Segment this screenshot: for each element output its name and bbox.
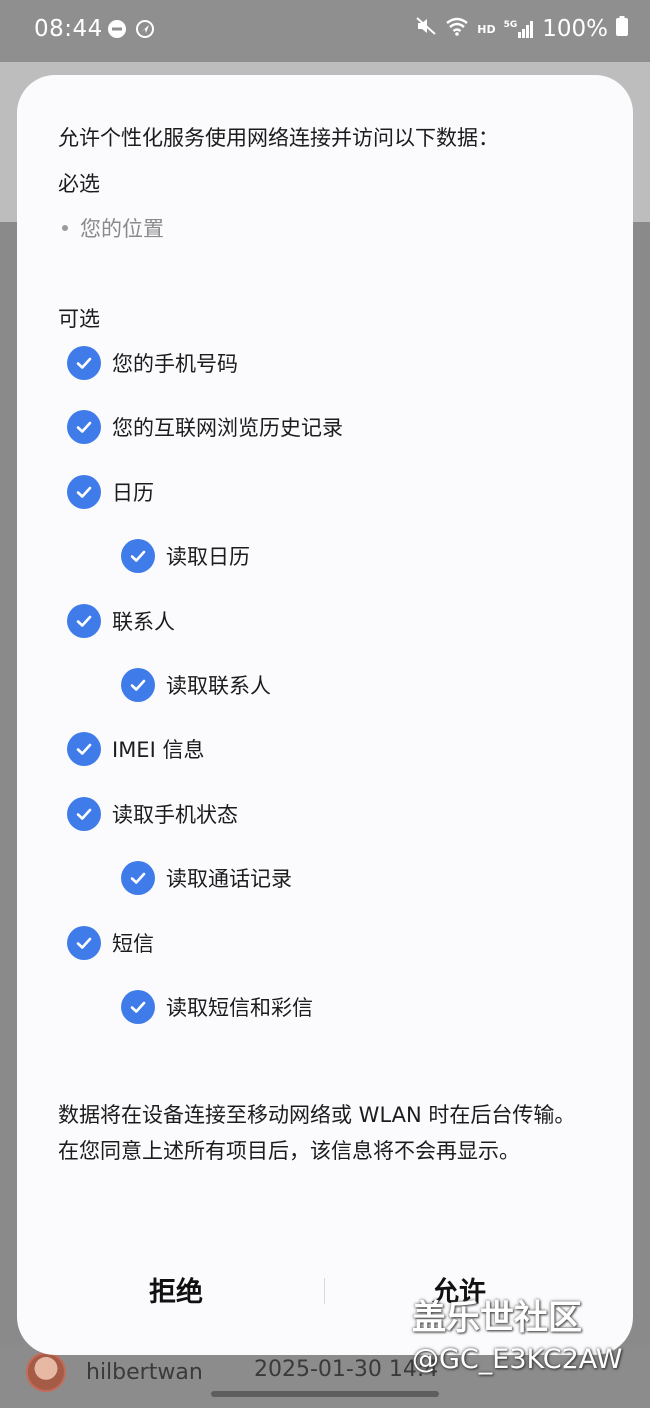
bullet-icon	[62, 225, 68, 231]
footer-line-1: 数据将在设备连接至移动网络或 WLAN 时在后台传输。	[58, 1103, 576, 1127]
status-right: HD 5G 100%	[415, 16, 628, 42]
required-item-location: 您的位置	[62, 213, 164, 243]
optional-item-label: 读取联系人	[166, 674, 271, 698]
optional-item-label: 您的互联网浏览历史记录	[112, 416, 343, 440]
optional-item-label: 读取通话记录	[166, 867, 292, 891]
footer-line-2: 在您同意上述所有项目后，该信息将不会再显示。	[58, 1139, 520, 1163]
dialog-intro: 允许个性化服务使用网络连接并访问以下数据：	[58, 126, 499, 150]
background-username: hilbertwan	[86, 1359, 203, 1385]
home-indicator[interactable]	[211, 1391, 439, 1397]
required-item-label: 您的位置	[80, 217, 164, 241]
optional-item-label: IMEI 信息	[112, 738, 205, 762]
permission-dialog: 允许个性化服务使用网络连接并访问以下数据： 必选 您的位置 可选 您的手机号码您…	[17, 75, 633, 1355]
wifi-icon	[445, 16, 469, 42]
background-date: 2025-01-30 14:4	[254, 1357, 439, 1382]
checkbox-checked-icon[interactable]	[67, 410, 101, 444]
optional-item-label: 您的手机号码	[112, 352, 238, 376]
optional-item-label: 读取手机状态	[112, 803, 238, 827]
checkbox-checked-icon[interactable]	[121, 861, 155, 895]
optional-item-label: 读取短信和彩信	[166, 996, 313, 1020]
optional-label: 可选	[58, 307, 100, 331]
optional-item[interactable]: 短信	[67, 926, 154, 960]
optional-item[interactable]: 读取通话记录	[121, 861, 292, 895]
watermark-user-id: @GC_E3KC2AW	[412, 1344, 623, 1375]
optional-item[interactable]: 您的互联网浏览历史记录	[67, 410, 343, 444]
minus-circle-icon	[107, 19, 127, 39]
status-bar: 08:44 HD 5G 100%	[0, 0, 650, 62]
optional-item[interactable]: 您的手机号码	[67, 346, 238, 380]
signal-icon: 5G	[504, 20, 535, 38]
status-time: 08:44	[34, 16, 103, 42]
checkbox-checked-icon[interactable]	[67, 797, 101, 831]
optional-item[interactable]: 读取日历	[121, 539, 250, 573]
avatar	[26, 1352, 66, 1392]
optional-item-label: 短信	[112, 932, 154, 956]
battery-percent: 100%	[542, 16, 608, 42]
deny-button[interactable]: 拒绝	[51, 1270, 301, 1316]
optional-item-label: 读取日历	[166, 545, 250, 569]
optional-item[interactable]: 读取短信和彩信	[121, 990, 313, 1024]
battery-icon	[616, 16, 628, 42]
optional-item-label: 联系人	[112, 610, 175, 634]
network-5g-label: 5G	[503, 20, 518, 30]
button-divider	[324, 1278, 325, 1304]
checkbox-checked-icon[interactable]	[121, 539, 155, 573]
optional-item[interactable]: 联系人	[67, 604, 175, 638]
optional-item[interactable]: 读取联系人	[121, 668, 271, 702]
watermark-site: 盖乐世社区	[412, 1298, 582, 1338]
checkbox-checked-icon[interactable]	[67, 732, 101, 766]
checkbox-checked-icon[interactable]	[121, 668, 155, 702]
optional-item[interactable]: 日历	[67, 475, 154, 509]
background-user: hilbertwan	[26, 1352, 203, 1392]
location-arrow-icon	[135, 19, 155, 39]
checkbox-checked-icon[interactable]	[67, 604, 101, 638]
required-label: 必选	[58, 172, 100, 196]
hd-indicator: HD	[477, 22, 496, 36]
checkbox-checked-icon[interactable]	[67, 346, 101, 380]
checkbox-checked-icon[interactable]	[67, 475, 101, 509]
optional-item[interactable]: 读取手机状态	[67, 797, 238, 831]
mute-icon	[415, 16, 437, 42]
optional-item[interactable]: IMEI 信息	[67, 732, 204, 766]
checkbox-checked-icon[interactable]	[67, 926, 101, 960]
status-left-icons	[107, 19, 155, 39]
checkbox-checked-icon[interactable]	[121, 990, 155, 1024]
optional-item-label: 日历	[112, 481, 154, 505]
dialog-footer: 数据将在设备连接至移动网络或 WLAN 时在后台传输。 在您同意上述所有项目后，…	[58, 1097, 598, 1169]
